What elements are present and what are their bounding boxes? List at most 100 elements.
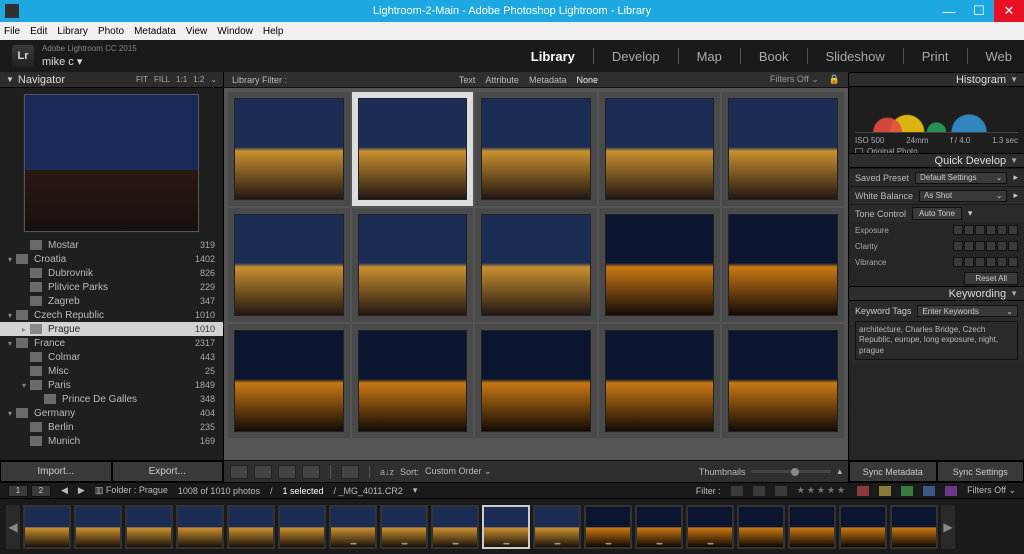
- folder-row[interactable]: ▾Germany404: [0, 406, 223, 420]
- folder-row[interactable]: ▸Prague1010: [0, 322, 223, 336]
- minimize-button[interactable]: —: [934, 0, 964, 22]
- folder-row[interactable]: Misc25: [0, 364, 223, 378]
- disclosure-icon[interactable]: ▸: [1013, 190, 1018, 201]
- quick-develop-header[interactable]: Quick Develop▼: [849, 153, 1024, 168]
- folder-row[interactable]: ▾France2317: [0, 336, 223, 350]
- menu-metadata[interactable]: Metadata: [134, 26, 176, 37]
- grid-cell[interactable]: [599, 92, 721, 206]
- grid-cell[interactable]: [722, 208, 844, 322]
- histogram-header[interactable]: Histogram▼: [849, 72, 1024, 87]
- folder-row[interactable]: Munich169: [0, 434, 223, 448]
- zoom-ratio[interactable]: 1:2: [193, 75, 204, 84]
- auto-tone-button[interactable]: Auto Tone: [912, 207, 962, 220]
- filter-lock-icon[interactable]: 🔒: [829, 74, 840, 85]
- filmstrip-cell[interactable]: [737, 505, 785, 549]
- folder-row[interactable]: Prince De Galles348: [0, 392, 223, 406]
- vibrance-stepper[interactable]: [953, 257, 1018, 267]
- flag-pick-icon[interactable]: [731, 486, 743, 496]
- clarity-stepper[interactable]: [953, 241, 1018, 251]
- filmstrip-filters-off[interactable]: Filters Off ⌄: [967, 485, 1016, 496]
- thumbnail-size-slider[interactable]: [751, 470, 831, 473]
- survey-view-button[interactable]: [302, 465, 320, 479]
- menu-library[interactable]: Library: [57, 26, 88, 37]
- maximize-button[interactable]: ☐: [964, 0, 994, 22]
- filmstrip-left-arrow[interactable]: ◀: [6, 505, 20, 549]
- filmstrip-cell[interactable]: [125, 505, 173, 549]
- grid-cell[interactable]: [352, 208, 474, 322]
- grid-cell[interactable]: [352, 92, 474, 206]
- folder-row[interactable]: Colmar443: [0, 350, 223, 364]
- filmstrip-cell[interactable]: [788, 505, 836, 549]
- folder-row[interactable]: Zagreb347: [0, 294, 223, 308]
- loupe-view-button[interactable]: [254, 465, 272, 479]
- color-red-icon[interactable]: [857, 486, 869, 496]
- zoom-fit[interactable]: FIT: [136, 75, 148, 84]
- menu-window[interactable]: Window: [217, 26, 253, 37]
- module-develop[interactable]: Develop: [612, 49, 660, 64]
- sort-direction-icon[interactable]: a↓z: [380, 467, 394, 477]
- sync-metadata-button[interactable]: Sync Metadata: [849, 461, 937, 482]
- grid-cell[interactable]: [475, 208, 597, 322]
- keywording-header[interactable]: Keywording▼: [849, 286, 1024, 301]
- user-menu[interactable]: mike c ▾: [42, 55, 137, 68]
- flag-reject-icon[interactable]: [775, 486, 787, 496]
- module-print[interactable]: Print: [922, 49, 949, 64]
- filmstrip-cell[interactable]: •••••: [380, 505, 428, 549]
- sync-settings-button[interactable]: Sync Settings: [937, 461, 1024, 482]
- grid-cell[interactable]: [228, 324, 350, 438]
- toolbar-menu-icon[interactable]: ▴: [837, 466, 842, 477]
- filter-metadata[interactable]: Metadata: [529, 75, 567, 85]
- grid-view-button[interactable]: [230, 465, 248, 479]
- rating-filter[interactable]: ★★★★★: [797, 485, 847, 496]
- saved-preset-dropdown[interactable]: Default Settings⌄: [915, 172, 1007, 184]
- menu-view[interactable]: View: [186, 26, 208, 37]
- filmstrip-cell[interactable]: •••••: [635, 505, 683, 549]
- grid-cell[interactable]: [599, 208, 721, 322]
- grid-cell[interactable]: [722, 92, 844, 206]
- grid-cell[interactable]: [228, 208, 350, 322]
- go-forward-icon[interactable]: ▶: [78, 485, 85, 496]
- close-button[interactable]: ✕: [994, 0, 1024, 22]
- filmstrip-cell[interactable]: •••••: [533, 505, 581, 549]
- filmstrip-cell[interactable]: [839, 505, 887, 549]
- color-blue-icon[interactable]: [923, 486, 935, 496]
- module-library[interactable]: Library: [531, 49, 575, 64]
- grid-cell[interactable]: [599, 324, 721, 438]
- color-purple-icon[interactable]: [945, 486, 957, 496]
- sort-dropdown[interactable]: Custom Order ⌄: [425, 466, 492, 477]
- disclosure-icon[interactable]: ▾: [968, 208, 973, 219]
- folder-row[interactable]: ▾Czech Republic1010: [0, 308, 223, 322]
- filmstrip-cell[interactable]: •••••: [686, 505, 734, 549]
- filmstrip-cell[interactable]: [227, 505, 275, 549]
- flag-unflag-icon[interactable]: [753, 486, 765, 496]
- disclosure-icon[interactable]: ▸: [1013, 172, 1018, 183]
- filmstrip-cell[interactable]: [890, 505, 938, 549]
- grid-cell[interactable]: [352, 324, 474, 438]
- main-window-button[interactable]: 1: [8, 485, 28, 497]
- folder-row[interactable]: Dubrovnik826: [0, 266, 223, 280]
- keyword-tags-dropdown[interactable]: Enter Keywords⌄: [917, 305, 1018, 317]
- folder-row[interactable]: Mostar319: [0, 238, 223, 252]
- zoom-menu-icon[interactable]: ⌄: [210, 75, 217, 84]
- filters-off-dropdown[interactable]: Filters Off ⌄: [770, 74, 819, 85]
- grid-cell[interactable]: [475, 92, 597, 206]
- navigator-preview[interactable]: [0, 88, 223, 238]
- filmstrip-cell[interactable]: [23, 505, 71, 549]
- menu-edit[interactable]: Edit: [30, 26, 47, 37]
- filmstrip-cell[interactable]: •••••: [482, 505, 530, 549]
- filmstrip-cell[interactable]: [176, 505, 224, 549]
- filmstrip-cell[interactable]: •••••: [584, 505, 632, 549]
- folder-row[interactable]: Berlin235: [0, 420, 223, 434]
- module-slideshow[interactable]: Slideshow: [826, 49, 885, 64]
- exposure-stepper[interactable]: [953, 225, 1018, 235]
- folder-row[interactable]: ▾Paris1849: [0, 378, 223, 392]
- grid-cell[interactable]: [475, 324, 597, 438]
- filter-text[interactable]: Text: [459, 75, 476, 85]
- keyword-tags-field[interactable]: architecture, Charles Bridge, Czech Repu…: [855, 321, 1018, 360]
- export-button[interactable]: Export...: [112, 461, 224, 482]
- filmstrip-cell[interactable]: [278, 505, 326, 549]
- menu-file[interactable]: File: [4, 26, 20, 37]
- module-book[interactable]: Book: [759, 49, 789, 64]
- import-button[interactable]: Import...: [0, 461, 112, 482]
- grid-cell[interactable]: [722, 324, 844, 438]
